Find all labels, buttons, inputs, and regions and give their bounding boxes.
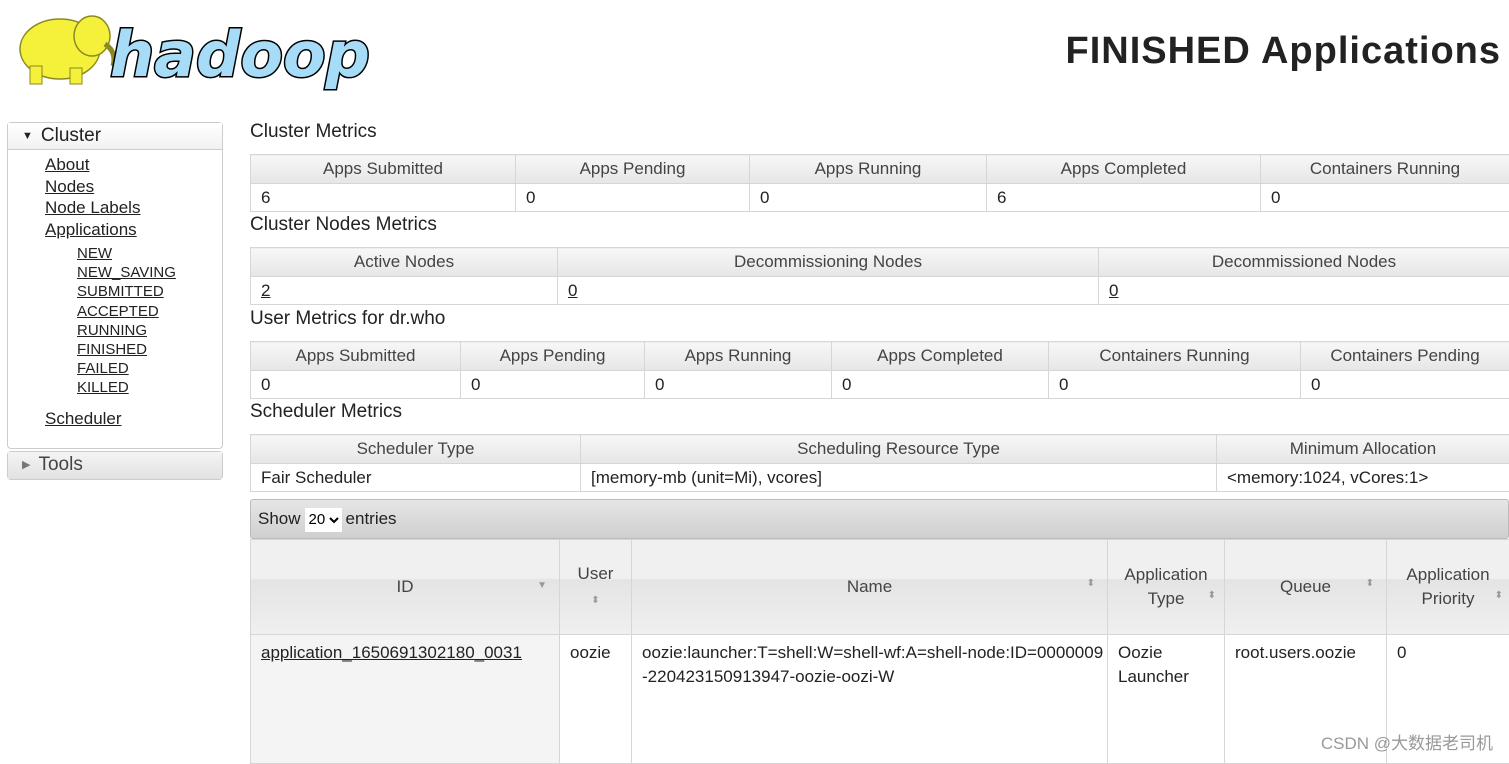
cluster-metrics-title: Cluster Metrics	[250, 121, 377, 143]
sort-icon: ⬍	[1366, 580, 1374, 588]
scheduler-type: Fair Scheduler	[251, 464, 581, 492]
metric-value: 0	[461, 371, 645, 399]
sort-icon: ⬍	[1495, 592, 1503, 600]
col-header: Scheduling Resource Type	[581, 435, 1217, 464]
col-header: Containers Running	[1049, 342, 1301, 371]
hadoop-logo: hadoop	[10, 4, 382, 94]
sidebar-tools[interactable]: ▶Tools	[7, 451, 223, 480]
col-header: Apps Submitted	[251, 155, 516, 184]
metric-value: 6	[251, 184, 516, 212]
col-header: Containers Pending	[1301, 342, 1509, 371]
watermark: CSDN @大数据老司机	[1321, 729, 1493, 754]
col-header: Apps Running	[645, 342, 832, 371]
metric-value: 0	[645, 371, 832, 399]
col-header: Apps Submitted	[251, 342, 461, 371]
col-header: Apps Running	[750, 155, 987, 184]
triangle-right-icon: ▶	[22, 452, 30, 478]
col-header: Scheduler Type	[251, 435, 581, 464]
metric-value: 6	[987, 184, 1261, 212]
col-header-queue[interactable]: Queue⬍	[1225, 540, 1387, 635]
col-header-priority[interactable]: Application Priority⬍	[1387, 540, 1509, 635]
scheduler-metrics-title: Scheduler Metrics	[250, 401, 402, 423]
app-user: oozie	[560, 635, 632, 764]
metric-value: 0	[1049, 371, 1301, 399]
metric-value: 0	[832, 371, 1049, 399]
sort-icon: ⬍	[1208, 592, 1216, 600]
sidebar-state-running[interactable]: RUNNING	[77, 321, 222, 340]
page-title: FINISHED Applications	[1065, 30, 1501, 73]
col-header-user[interactable]: User⬍	[560, 540, 632, 635]
application-id-link[interactable]: application_1650691302180_0031	[261, 643, 522, 662]
sidebar-state-finished[interactable]: FINISHED	[77, 340, 222, 359]
cluster-section-toggle[interactable]: ▼Cluster	[8, 123, 222, 150]
minimum-allocation: <memory:1024, vCores:1>	[1217, 464, 1509, 492]
col-header: Containers Running	[1261, 155, 1509, 184]
sidebar-cluster: ▼Cluster About Nodes Node Labels Applica…	[7, 122, 223, 449]
sidebar-link-applications[interactable]: Applications	[45, 219, 222, 241]
node-metrics-table: Active NodesDecommissioning NodesDecommi…	[250, 247, 1509, 305]
scheduler-metrics-table: Scheduler TypeScheduling Resource TypeMi…	[250, 434, 1509, 492]
col-header: Decommissioning Nodes	[558, 248, 1099, 277]
sidebar-state-submitted[interactable]: SUBMITTED	[77, 282, 222, 301]
decommissioned-nodes-link[interactable]: 0	[1109, 281, 1118, 300]
col-header: Active Nodes	[251, 248, 558, 277]
col-header: Decommissioned Nodes	[1099, 248, 1509, 277]
sort-desc-icon: ▼	[537, 582, 547, 590]
sidebar-state-new[interactable]: NEW	[77, 244, 222, 263]
col-header-id[interactable]: ID▼	[251, 540, 560, 635]
col-header-type[interactable]: Application Type⬍	[1108, 540, 1225, 635]
apps-table-toolbar: Show20entries	[250, 499, 1509, 539]
cluster-metrics-table: Apps SubmittedApps PendingApps RunningAp…	[250, 154, 1509, 212]
col-header: Apps Completed	[832, 342, 1049, 371]
col-header: Minimum Allocation	[1217, 435, 1509, 464]
triangle-down-icon: ▼	[22, 123, 33, 149]
metric-value: 0	[1261, 184, 1509, 212]
user-metrics-table: Apps SubmittedApps PendingApps RunningAp…	[250, 341, 1509, 399]
col-header: Apps Pending	[461, 342, 645, 371]
col-header: Apps Pending	[516, 155, 750, 184]
sidebar-state-failed[interactable]: FAILED	[77, 359, 222, 378]
sidebar-link-scheduler[interactable]: Scheduler	[45, 408, 222, 430]
app-type: Oozie Launcher	[1108, 635, 1225, 764]
metric-value: 0	[516, 184, 750, 212]
sidebar-link-nodes[interactable]: Nodes	[45, 176, 222, 198]
sidebar-link-about[interactable]: About	[45, 154, 222, 176]
sidebar-state-accepted[interactable]: ACCEPTED	[77, 302, 222, 321]
metric-value: 0	[750, 184, 987, 212]
col-header-name[interactable]: Name⬍	[632, 540, 1108, 635]
decommissioning-nodes-link[interactable]: 0	[568, 281, 577, 300]
sidebar-state-killed[interactable]: KILLED	[77, 378, 222, 397]
active-nodes-link[interactable]: 2	[261, 281, 270, 300]
entries-select[interactable]: 20	[305, 508, 342, 532]
sidebar-link-node-labels[interactable]: Node Labels	[45, 197, 222, 219]
svg-text:hadoop: hadoop	[110, 18, 370, 91]
metric-value: 0	[1301, 371, 1509, 399]
app-name: oozie:launcher:T=shell:W=shell-wf:A=shel…	[632, 635, 1108, 764]
user-metrics-title: User Metrics for dr.who	[250, 308, 445, 330]
metric-value: 0	[251, 371, 461, 399]
sort-icon: ⬍	[1087, 580, 1095, 588]
node-metrics-title: Cluster Nodes Metrics	[250, 214, 437, 236]
sort-icon: ⬍	[591, 595, 599, 606]
sidebar-state-new-saving[interactable]: NEW_SAVING	[77, 263, 222, 282]
resource-type: [memory-mb (unit=Mi), vcores]	[581, 464, 1217, 492]
col-header: Apps Completed	[987, 155, 1261, 184]
